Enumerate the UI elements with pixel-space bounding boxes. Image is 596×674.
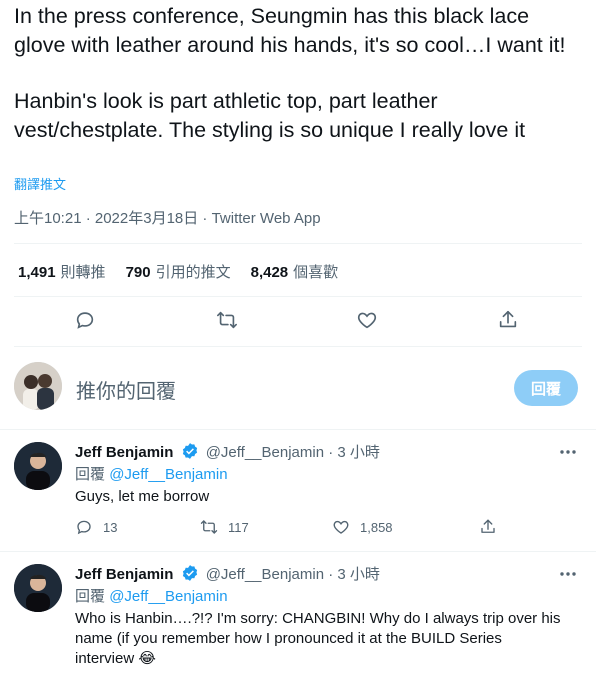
replying-to: 回覆 @Jeff__Benjamin (75, 466, 228, 483)
reply-icon[interactable] (74, 309, 98, 333)
tweet-paragraph-2: Hanbin's look is part athletic top, part… (14, 89, 526, 142)
retweet-button[interactable]: 117 (200, 518, 249, 536)
more-options-icon[interactable] (558, 564, 578, 584)
mention-link[interactable]: @Jeff__Benjamin (109, 466, 227, 483)
like-icon (333, 520, 349, 534)
verified-badge-icon (181, 564, 199, 588)
reply-count: 13 (103, 519, 118, 535)
share-button[interactable] (479, 518, 497, 536)
retweet-count: 117 (228, 519, 249, 535)
more-options-icon[interactable] (558, 442, 578, 462)
reply-button[interactable]: 13 (75, 518, 117, 536)
tweet-timestamp[interactable]: 上午10:21 · 2022年3月18日 · Twitter Web App (14, 207, 321, 228)
reply-composer: 推你的回覆 回覆 (0, 358, 596, 414)
reply-header: Jeff Benjamin @Jeff__Benjamin · 3 小時 (75, 442, 380, 466)
author-name[interactable]: Jeff Benjamin (75, 444, 173, 461)
divider (14, 346, 582, 347)
like-icon[interactable] (356, 309, 380, 333)
mention-link[interactable]: @Jeff__Benjamin (109, 588, 227, 605)
reply-text: Guys, let me borrow (75, 488, 210, 505)
verified-badge-icon (181, 442, 199, 466)
avatar[interactable] (14, 564, 62, 612)
divider (14, 296, 582, 297)
divider (0, 551, 596, 552)
share-icon[interactable] (497, 309, 521, 333)
reply-button[interactable]: 回覆 (514, 370, 578, 406)
likes-stat[interactable]: 8,428 個喜歡 (251, 261, 339, 282)
replying-to: 回覆 @Jeff__Benjamin (75, 588, 228, 605)
reply-text: Who is Hanbin….?!? I'm sorry: CHANGBIN! … (75, 610, 561, 667)
author-handle[interactable]: @Jeff__Benjamin · 3 小時 (206, 444, 380, 461)
reply-input[interactable]: 推你的回覆 (76, 375, 176, 404)
share-icon (481, 519, 495, 533)
author-name[interactable]: Jeff Benjamin (75, 566, 173, 583)
translate-tweet-link[interactable]: 翻譯推文 (14, 174, 66, 193)
retweet-icon[interactable] (216, 309, 240, 333)
divider (14, 243, 582, 244)
reply-tweet[interactable]: Jeff Benjamin @Jeff__Benjamin · 3 小時 回覆 … (0, 442, 596, 550)
avatar[interactable] (14, 362, 62, 410)
reply-tweet[interactable]: Jeff Benjamin @Jeff__Benjamin · 3 小時 回覆 … (0, 564, 596, 674)
tweet-action-bar (0, 302, 596, 340)
like-button[interactable]: 1,858 (332, 518, 393, 536)
divider (0, 429, 596, 430)
tweet-stats: 1,491 則轉推 790 引用的推文 8,428 個喜歡 (18, 261, 338, 282)
reply-icon (77, 520, 91, 535)
avatar[interactable] (14, 442, 62, 490)
reply-action-bar: 13 117 1,858 (75, 518, 555, 542)
quotes-stat[interactable]: 790 引用的推文 (126, 261, 231, 282)
reply-header: Jeff Benjamin @Jeff__Benjamin · 3 小時 (75, 564, 380, 588)
tweet-text: In the press conference, Seungmin has th… (14, 2, 586, 144)
retweets-stat[interactable]: 1,491 則轉推 (18, 261, 106, 282)
retweet-icon (200, 520, 218, 534)
author-handle[interactable]: @Jeff__Benjamin · 3 小時 (206, 566, 380, 583)
like-count: 1,858 (360, 519, 393, 535)
tweet-paragraph-1: In the press conference, Seungmin has th… (14, 4, 566, 57)
